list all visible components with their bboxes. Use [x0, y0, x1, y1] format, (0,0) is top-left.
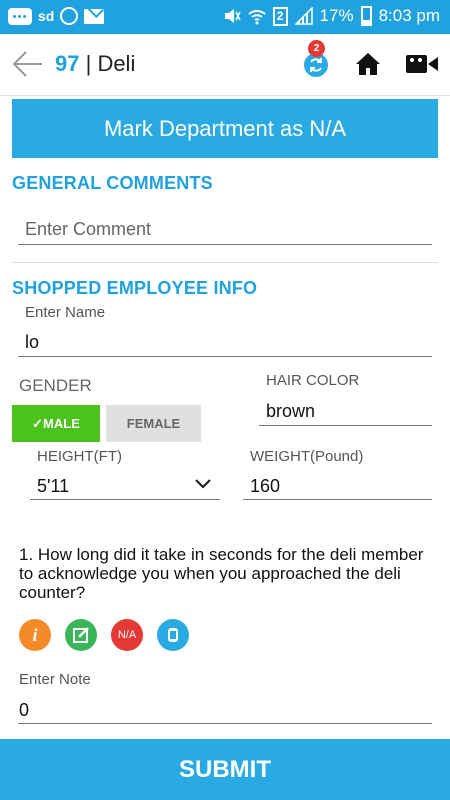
comment-input[interactable]: Enter Comment [25, 219, 151, 240]
whatsapp-icon [60, 7, 79, 25]
check-icon: ✓ [32, 416, 44, 431]
male-label: MALE [43, 416, 80, 431]
section-divider [12, 262, 438, 263]
note-label: Enter Note [19, 671, 91, 688]
note-underline [18, 723, 432, 724]
mail-icon [84, 8, 105, 24]
clock: 8:03 pm [378, 6, 440, 25]
weight-underline [243, 499, 432, 500]
store-number: 97 [55, 51, 80, 76]
title-separator: | [79, 51, 98, 76]
height-select[interactable]: 5'11 [37, 476, 69, 497]
message-dots-icon [8, 7, 32, 25]
hair-color-underline [259, 425, 432, 426]
mark-department-na-button[interactable]: Mark Department as N/A [12, 99, 438, 158]
question-text: 1. How long did it take in seconds for t… [19, 545, 424, 602]
employee-info-heading: SHOPPED EMPLOYEE INFO [12, 278, 258, 298]
comment-underline [18, 244, 432, 245]
chevron-down-icon[interactable] [194, 478, 212, 490]
department-name: Deli [97, 51, 136, 76]
app-bar: 97 | Deli 2 [0, 34, 450, 96]
na-button[interactable]: N/A [111, 619, 143, 651]
wifi-icon [247, 10, 266, 25]
general-comments-heading: GENERAL COMMENTS [12, 173, 213, 193]
sim-slot-label: 2 [272, 6, 288, 26]
hair-color-input[interactable]: brown [266, 401, 315, 422]
submit-button[interactable]: SUBMIT [0, 739, 450, 800]
gender-label: GENDER [19, 376, 92, 395]
name-underline [18, 356, 432, 357]
name-label: Enter Name [25, 304, 106, 321]
video-camera-icon[interactable] [406, 54, 438, 74]
edit-icon[interactable] [65, 619, 97, 651]
weight-input[interactable]: 160 [250, 476, 280, 497]
back-arrow-icon[interactable] [12, 50, 44, 78]
male-toggle-button[interactable]: ✓MALE [12, 405, 100, 442]
weight-label: WEIGHT(Pound) [250, 448, 364, 465]
name-input[interactable]: lo [25, 332, 39, 353]
page-title: 97 | Deli [55, 51, 135, 77]
height-label: HEIGHT(FT) [37, 448, 122, 465]
signal-icon [294, 7, 313, 25]
hair-color-label: HAIR COLOR [266, 372, 360, 389]
camera-roll-icon[interactable] [157, 619, 189, 651]
height-underline [30, 499, 220, 500]
home-icon[interactable] [355, 52, 381, 76]
info-icon[interactable]: i [19, 619, 51, 651]
battery-percent: 17% [319, 6, 354, 25]
sync-count-badge: 2 [308, 40, 325, 57]
status-bar: sd 2 17% 8:03 pm [0, 0, 450, 34]
mute-icon [224, 9, 241, 23]
battery-icon [360, 6, 372, 26]
sd-card-label: sd [38, 8, 55, 24]
note-input[interactable]: 0 [19, 700, 29, 721]
female-toggle-button[interactable]: FEMALE [106, 405, 201, 442]
